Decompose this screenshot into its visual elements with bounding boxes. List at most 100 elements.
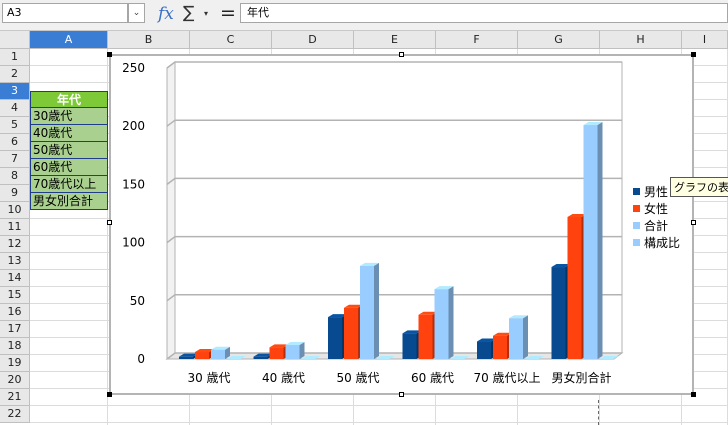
row-header-19[interactable]: 19 [0, 355, 30, 372]
resize-handle[interactable] [107, 52, 112, 57]
column-header-d[interactable]: D [272, 31, 354, 49]
bar [493, 335, 507, 359]
row-header-17[interactable]: 17 [0, 321, 30, 338]
legend-label: 構成比 [644, 236, 680, 250]
row-header-22[interactable]: 22 [0, 406, 30, 423]
row-header-13[interactable]: 13 [0, 253, 30, 270]
column-header-c[interactable]: C [190, 31, 272, 49]
y-tick-label: 200 [122, 119, 145, 133]
bar [551, 267, 566, 359]
x-tick-label: 30 歳代 [187, 371, 230, 385]
row-header-20[interactable]: 20 [0, 372, 30, 389]
row-header-5[interactable]: 5 [0, 117, 30, 134]
formula-bar: A3 ⌄ fx ∑ ▾ = 年代 [0, 0, 728, 31]
name-box-dropdown-icon[interactable]: ⌄ [128, 3, 145, 23]
column-header-b[interactable]: B [108, 31, 190, 49]
bar [477, 341, 491, 359]
name-box[interactable]: A3 [2, 3, 128, 23]
y-tick-label: 50 [130, 294, 145, 308]
row-header-9[interactable]: 9 [0, 185, 30, 202]
cell-a5[interactable]: 40歳代 [30, 125, 108, 142]
y-tick-label: 250 [122, 61, 145, 75]
row-header-6[interactable]: 6 [0, 134, 30, 151]
x-tick-label: 50 歳代 [336, 371, 379, 385]
column-header-a[interactable]: A [30, 31, 108, 49]
formula-input[interactable]: 年代 [240, 3, 728, 23]
row-header-10[interactable]: 10 [0, 202, 30, 219]
column-header-g[interactable]: G [518, 31, 600, 49]
chart-side-wall [166, 61, 176, 360]
select-all-corner[interactable] [0, 31, 30, 49]
bar [328, 317, 342, 359]
resize-handle[interactable] [691, 52, 696, 57]
bar [360, 265, 374, 359]
row-header-7[interactable]: 7 [0, 151, 30, 168]
sum-dropdown-icon[interactable]: ▾ [204, 9, 208, 18]
row-header-16[interactable]: 16 [0, 304, 30, 321]
bar [253, 356, 268, 359]
resize-handle[interactable] [691, 392, 696, 397]
resize-handle[interactable] [399, 392, 404, 397]
bar [402, 333, 417, 359]
y-tick-label: 150 [122, 177, 145, 191]
bar-side [374, 262, 379, 359]
row-header-15[interactable]: 15 [0, 287, 30, 304]
chart-tooltip: グラフの表面 [670, 177, 728, 197]
row-header-8[interactable]: 8 [0, 168, 30, 185]
bar-chart[interactable]: 0 50 100 150 200 250 30 歳代 40 歳代 50 歳代 60 歳代 70 歳代… [111, 56, 692, 393]
chart-object[interactable]: 0 50 100 150 200 250 30 歳代 40 歳代 50 歳代 60 歳代 70 歳代… [109, 54, 694, 395]
legend-swatch [633, 188, 640, 195]
sum-icon[interactable]: ∑ [183, 3, 194, 23]
legend-label: 女性 [644, 201, 668, 216]
bar [344, 307, 358, 359]
column-header-h[interactable]: H [600, 31, 682, 49]
legend-swatch [633, 239, 640, 246]
bar [567, 216, 582, 359]
row-header-12[interactable]: 12 [0, 236, 30, 253]
row-header-21[interactable]: 21 [0, 389, 30, 406]
bar [509, 318, 523, 359]
function-wizard-icon[interactable]: fx [158, 4, 174, 24]
bar [434, 289, 449, 359]
resize-handle[interactable] [107, 392, 112, 397]
resize-handle[interactable] [691, 220, 696, 225]
cell-a8[interactable]: 70歳代以上 [30, 176, 108, 193]
page-break-line [598, 400, 599, 425]
bar [583, 125, 598, 359]
row-header-11[interactable]: 11 [0, 219, 30, 236]
row-header-18[interactable]: 18 [0, 338, 30, 355]
bar [418, 314, 433, 359]
column-header-e[interactable]: E [354, 31, 436, 49]
bar [285, 345, 300, 359]
row-header-3[interactable]: 3 [0, 83, 30, 100]
formula-icon[interactable]: = [220, 2, 236, 24]
cell-a9[interactable]: 男女別合計 [30, 193, 108, 210]
cell-a7[interactable]: 60歳代 [30, 159, 108, 176]
bar [179, 356, 193, 359]
row-header-1[interactable]: 1 [0, 49, 30, 66]
legend-swatch [633, 205, 640, 212]
x-tick-label: 男女別合計 [551, 370, 611, 385]
x-tick-label: 70 歳代以上 [473, 371, 540, 385]
cell-a4[interactable]: 30歳代 [30, 108, 108, 125]
cell-a6[interactable]: 50歳代 [30, 142, 108, 159]
column-header-f[interactable]: F [436, 31, 518, 49]
cell-a3[interactable]: 年代 [30, 91, 108, 108]
x-tick-label: 40 歳代 [262, 371, 305, 385]
y-tick-label: 100 [122, 236, 145, 250]
bar-side [448, 286, 454, 359]
legend-label: 合計 [644, 218, 668, 233]
column-header-i[interactable]: I [682, 31, 728, 49]
bar [211, 349, 225, 359]
resize-handle[interactable] [399, 52, 404, 57]
bar [195, 352, 209, 359]
legend-label: 男性 [644, 185, 668, 199]
row-header-4[interactable]: 4 [0, 100, 30, 117]
y-tick-label: 0 [137, 352, 145, 366]
row-header-2[interactable]: 2 [0, 66, 30, 83]
bar [269, 347, 284, 359]
bar-side [597, 122, 603, 359]
row-header-14[interactable]: 14 [0, 270, 30, 287]
resize-handle[interactable] [107, 220, 112, 225]
x-tick-label: 60 歳代 [411, 371, 454, 385]
